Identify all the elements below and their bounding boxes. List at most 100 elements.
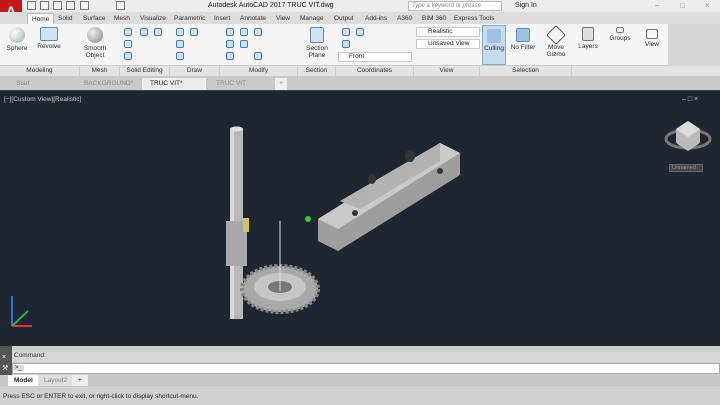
ribbon-tabs: Home Solid Surface Mesh Visualize Parame… [0,12,720,24]
move-icon[interactable] [226,28,234,36]
smooth-object-icon [87,27,103,43]
groups-icon [616,27,624,33]
print-icon[interactable] [66,1,75,10]
new-tab-button[interactable]: + [275,78,287,90]
ucs-view-dropdown[interactable]: Front [338,52,412,62]
panel-section[interactable]: Section [298,66,336,76]
tab-visualize[interactable]: Visualize [136,13,170,24]
command-input[interactable]: >_ [12,363,720,374]
tab-parametric[interactable]: Parametric [170,13,209,24]
search-input[interactable]: Type a keyword or phrase [408,1,502,11]
culling-button[interactable]: Culling [482,25,506,65]
tab-express-tools[interactable]: Express Tools [450,13,498,24]
spline-icon[interactable] [176,40,184,48]
viewcube[interactable] [664,121,712,151]
undo-icon[interactable] [80,1,89,10]
tab-surface[interactable]: Surface [79,13,109,24]
close-icon[interactable]: × [2,354,6,361]
open-icon[interactable] [40,1,49,10]
3d-array-icon[interactable] [254,52,262,60]
panel-mesh[interactable]: Mesh [80,66,120,76]
file-tab-start[interactable]: Start [8,78,74,90]
mirror-icon[interactable] [226,52,234,60]
tab-add-ins[interactable]: Add-ins [361,13,391,24]
section-plane-button[interactable]: Section Plane [302,27,332,59]
view-button[interactable]: View [640,29,664,48]
extrude-faces-icon[interactable] [154,28,162,36]
maximize-button[interactable]: □ [680,1,685,10]
file-tab-truc-vit[interactable]: TRUC VIT [208,78,272,90]
revolve-button[interactable]: Revolve [34,27,64,50]
workspace-icon[interactable] [116,1,125,10]
layers-button[interactable]: Layers [576,27,600,50]
revolve-icon [40,27,58,41]
ribbon-empty-area [668,24,720,66]
rotate-icon[interactable] [240,28,248,36]
3d-move-icon[interactable] [254,28,262,36]
panel-labels: Modeling Mesh Solid Editing Draw Modify … [0,66,720,76]
tab-manage[interactable]: Manage [296,13,328,24]
layout-tabs: Model Layout2 + [0,375,720,387]
close-button[interactable]: × [705,1,710,10]
tab-a360[interactable]: A360 [393,13,416,24]
file-tab-truc-vit-active[interactable]: TRUC VIT* [142,78,206,90]
window-title: Autodesk AutoCAD 2017 TRUC VIT.dwg [208,2,334,9]
fillet-icon[interactable] [226,40,234,48]
layout-tab-model[interactable]: Model [8,375,39,386]
move-gizmo-button[interactable]: Move Gizmo [542,25,570,58]
panel-view[interactable]: View [414,66,480,76]
smooth-object-button[interactable]: Smooth Object [82,27,108,59]
visual-style-dropdown[interactable]: Realistic [416,27,480,37]
ribbon: Sphere Revolve Smooth Object Section Pla… [0,24,720,66]
panel-selection[interactable]: Selection [480,66,572,76]
polygon-icon[interactable] [176,52,184,60]
no-filter-button[interactable]: No Filter [508,28,538,51]
tab-home[interactable]: Home [27,13,55,24]
status-bar: Press ESC or ENTER to exit, or right-cli… [0,388,720,405]
panel-solid-editing[interactable]: Solid Editing [120,66,170,76]
drawing-viewport[interactable]: [−][Custom View][Realistic] – □ × Unname… [0,90,720,346]
new-icon[interactable] [27,1,36,10]
minimize-button[interactable]: – [655,1,659,10]
panel-modify[interactable]: Modify [220,66,298,76]
tab-solid[interactable]: Solid [54,13,76,24]
culling-icon [487,29,501,43]
polyline-icon[interactable] [176,28,184,36]
ucs-world-icon[interactable] [356,28,364,36]
command-prompt: >_ [13,365,24,371]
ucs-origin-icon[interactable] [342,40,350,48]
add-layout-button[interactable]: + [72,375,88,386]
subtract-icon[interactable] [124,40,132,48]
intersect-icon[interactable] [124,52,132,60]
3d-rotate-icon[interactable] [240,40,248,48]
view-icon [646,29,658,39]
extract-edges-icon[interactable] [140,28,148,36]
tab-view[interactable]: View [272,13,294,24]
tab-mesh[interactable]: Mesh [110,13,134,24]
save-icon[interactable] [53,1,62,10]
panel-modeling[interactable]: Modeling [0,66,80,76]
sphere-button[interactable]: Sphere [4,27,30,52]
panel-draw[interactable]: Draw [170,66,220,76]
customize-icon[interactable]: ⚒ [2,364,8,372]
tab-output[interactable]: Output [330,13,358,24]
file-tabs: Start BACKGROUND* TRUC VIT* TRUC VIT + [0,76,720,90]
sphere-icon [9,27,25,43]
named-view-dropdown[interactable]: Unsaved View [416,39,480,49]
ucs-menu-dropdown[interactable]: Unnamed [669,164,703,172]
tab-bim360[interactable]: BIM 360 [418,13,450,24]
layout-tab-layout2[interactable]: Layout2 [38,375,74,386]
union-icon[interactable] [124,28,132,36]
model-scene [11,121,712,327]
ucs-icon[interactable] [342,28,350,36]
sign-in-button[interactable]: Sign In [515,2,537,9]
tab-insert[interactable]: Insert [210,13,234,24]
groups-button[interactable]: Groups [608,27,632,42]
tab-annotate[interactable]: Annotate [236,13,270,24]
file-tab-background[interactable]: BACKGROUND* [76,78,140,90]
ucs-axis-icon [11,296,32,327]
panel-coordinates[interactable]: Coordinates [336,66,414,76]
command-history: Command: [12,352,720,362]
layers-icon [582,27,594,41]
polysolid-icon[interactable] [190,28,198,36]
